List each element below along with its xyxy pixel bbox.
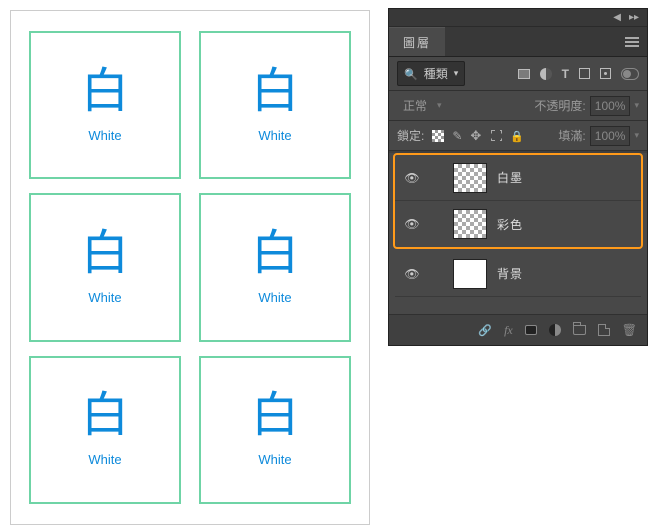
panel-collapse-bar: ◀ ▸▸ (389, 9, 647, 27)
layer-thumbnail[interactable] (453, 259, 487, 289)
opacity-value[interactable]: 100% (590, 96, 631, 116)
grid-cell: 白 White (29, 356, 181, 504)
visibility-toggle-icon[interactable] (403, 267, 421, 281)
layers-panel: ◀ ▸▸ 圖層 種類 ▾ T 正常 ▾ 不透明度: (388, 8, 648, 346)
opacity-label: 不透明度: (534, 97, 585, 114)
cell-subtext: White (258, 290, 291, 305)
layer-row[interactable]: 彩色 (395, 201, 641, 247)
blend-mode-select[interactable]: 正常 ▾ (397, 94, 448, 117)
filter-pixel-icon[interactable] (518, 69, 530, 79)
filter-toggle[interactable] (621, 68, 639, 80)
lock-all-icon[interactable] (510, 129, 524, 143)
cell-glyph: 白 (251, 68, 299, 116)
collapse-right-icon[interactable]: ▸▸ (629, 12, 639, 23)
add-mask-icon[interactable] (525, 325, 537, 335)
blend-opacity-row: 正常 ▾ 不透明度: 100% ▾ (389, 91, 647, 121)
grid-cell: 白 White (199, 31, 351, 179)
cell-glyph: 白 (251, 392, 299, 440)
filter-text-icon[interactable]: T (562, 67, 569, 81)
lock-artboard-icon[interactable] (491, 130, 502, 141)
layer-filter-row: 種類 ▾ T (389, 57, 647, 91)
tab-label: 圖層 (403, 34, 431, 51)
cell-subtext: White (258, 128, 291, 143)
lock-transparency-icon[interactable] (432, 130, 444, 142)
fill-control: 填滿: 100% ▾ (558, 126, 639, 146)
chevron-down-icon[interactable]: ▾ (634, 130, 639, 141)
new-group-icon[interactable] (573, 325, 586, 335)
filter-adjust-icon[interactable] (540, 68, 552, 80)
cell-subtext: White (258, 452, 291, 467)
chevron-down-icon: ▾ (454, 68, 459, 79)
grid-cell: 白 White (199, 193, 351, 341)
cell-glyph: 白 (81, 230, 129, 278)
collapse-left-icon[interactable]: ◀ (613, 12, 621, 23)
tab-layers[interactable]: 圖層 (389, 27, 445, 56)
visibility-toggle-icon[interactable] (403, 217, 421, 231)
grid-cell: 白 White (199, 356, 351, 504)
fill-value[interactable]: 100% (590, 126, 631, 146)
layers-list: 白墨 彩色 背景 (389, 153, 647, 315)
cell-subtext: White (88, 290, 121, 305)
blend-mode-label: 正常 (403, 97, 427, 114)
layer-thumbnail[interactable] (453, 163, 487, 193)
delete-layer-icon[interactable] (622, 323, 637, 337)
filter-kind-label: 種類 (424, 65, 448, 82)
visibility-toggle-icon[interactable] (403, 171, 421, 185)
chevron-down-icon[interactable]: ▾ (634, 100, 639, 111)
layer-thumbnail[interactable] (453, 209, 487, 239)
panel-menu-button[interactable] (617, 27, 647, 56)
selected-layers-group: 白墨 彩色 (393, 153, 643, 249)
cell-subtext: White (88, 128, 121, 143)
filter-shape-icon[interactable] (579, 68, 590, 79)
grid-cell: 白 White (29, 31, 181, 179)
layer-name[interactable]: 白墨 (497, 169, 523, 186)
hamburger-icon (625, 35, 639, 49)
layer-style-icon[interactable]: fx (504, 323, 513, 338)
new-layer-icon[interactable] (598, 324, 610, 336)
layers-bottom-bar: fx (389, 315, 647, 345)
cell-glyph: 白 (81, 68, 129, 116)
search-icon (404, 67, 418, 81)
filter-type-icons: T (518, 67, 639, 81)
opacity-control: 不透明度: 100% ▾ (534, 96, 639, 116)
artwork-grid: 白 White 白 White 白 White 白 White 白 White … (29, 31, 351, 504)
layer-row[interactable]: 背景 (395, 251, 641, 297)
lock-label: 鎖定: (397, 127, 424, 144)
layer-name[interactable]: 彩色 (497, 216, 523, 233)
layer-name[interactable]: 背景 (497, 265, 523, 282)
fill-label: 填滿: (558, 127, 585, 144)
lock-fill-row: 鎖定: 填滿: 100% ▾ (389, 121, 647, 151)
document-canvas: 白 White 白 White 白 White 白 White 白 White … (10, 10, 370, 525)
layers-empty-space (389, 297, 647, 315)
cell-glyph: 白 (81, 392, 129, 440)
chevron-down-icon: ▾ (437, 100, 442, 111)
adjustment-layer-icon[interactable] (549, 324, 561, 336)
lock-image-icon[interactable] (452, 129, 462, 143)
filter-kind-select[interactable]: 種類 ▾ (397, 61, 465, 86)
cell-glyph: 白 (251, 230, 299, 278)
grid-cell: 白 White (29, 193, 181, 341)
panel-tabs: 圖層 (389, 27, 647, 57)
filter-smart-icon[interactable] (600, 68, 611, 79)
cell-subtext: White (88, 452, 121, 467)
layer-row[interactable]: 白墨 (395, 155, 641, 201)
link-layers-icon[interactable] (478, 323, 492, 337)
lock-position-icon[interactable] (470, 129, 483, 142)
